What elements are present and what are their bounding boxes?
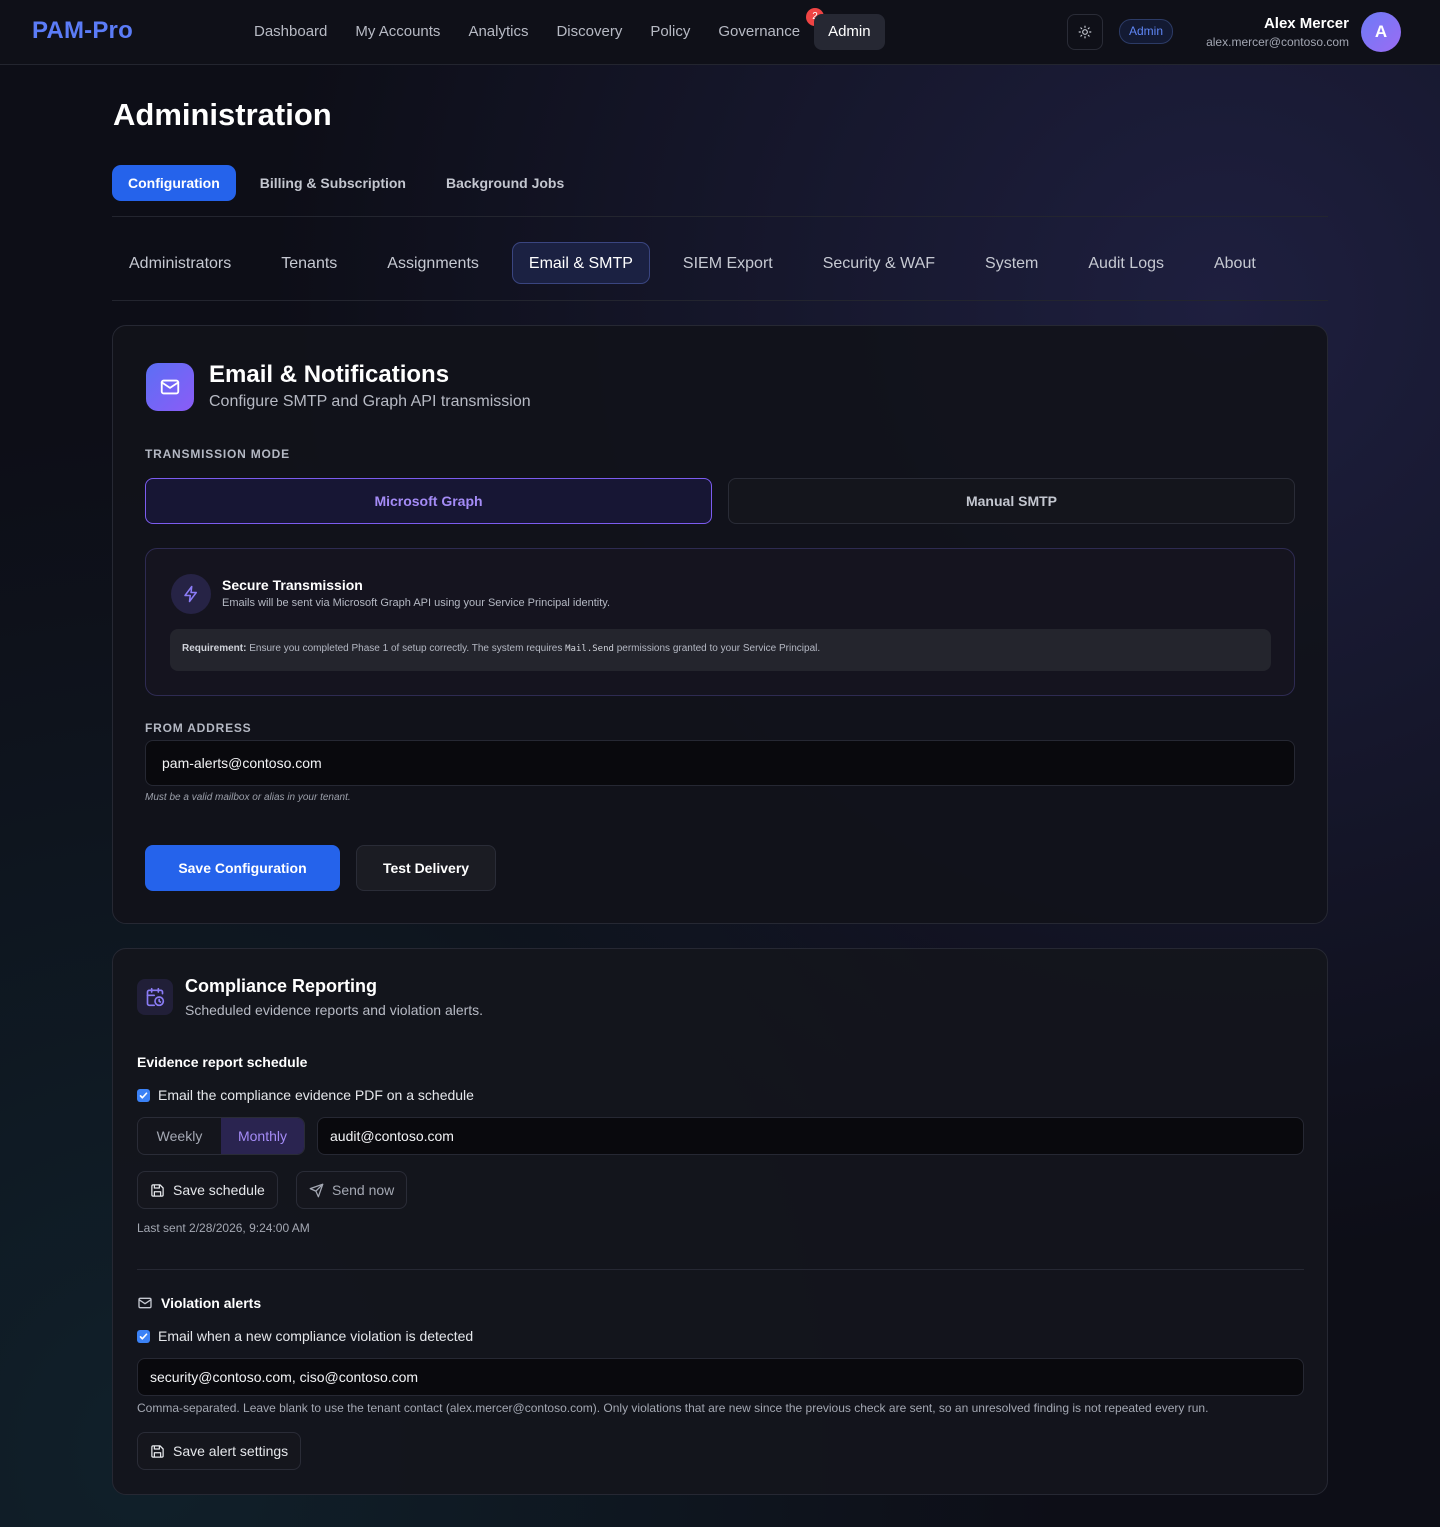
violation-checkbox-row[interactable]: Email when a new compliance violation is… — [137, 1328, 473, 1344]
page-title: Administration — [113, 97, 332, 132]
user-email: alex.mercer@contoso.com — [1206, 35, 1349, 49]
divider — [137, 1269, 1304, 1270]
role-badge: Admin — [1119, 19, 1174, 44]
divider — [112, 216, 1328, 217]
nav-item-analytics[interactable]: Analytics — [454, 14, 542, 50]
violation-recipients-hint: Comma-separated. Leave blank to use the … — [137, 1401, 1209, 1415]
theme-toggle-button[interactable] — [1067, 14, 1103, 50]
save-icon — [151, 1183, 164, 1197]
schedule-checkbox-row[interactable]: Email the compliance evidence PDF on a s… — [137, 1087, 474, 1103]
main-nav: Dashboard My Accounts Analytics Discover… — [240, 8, 885, 50]
violation-alerts-heading: Violation alerts — [137, 1295, 261, 1311]
requirement-permission: Mail.Send — [565, 644, 614, 654]
save-schedule-label: Save schedule — [173, 1182, 265, 1198]
nav-item-discovery[interactable]: Discovery — [542, 14, 636, 50]
lightning-icon-tile — [171, 574, 211, 614]
subtab-administrators[interactable]: Administrators — [112, 242, 248, 284]
requirement-note: Requirement: Ensure you completed Phase … — [170, 629, 1271, 671]
tab-billing-subscription[interactable]: Billing & Subscription — [244, 165, 422, 201]
subtab-siem-export[interactable]: SIEM Export — [666, 242, 790, 284]
mail-icon-tile — [146, 363, 194, 411]
card-subtitle: Configure SMTP and Graph API transmissio… — [209, 393, 531, 410]
evidence-schedule-heading: Evidence report schedule — [137, 1054, 308, 1070]
save-schedule-button[interactable]: Save schedule — [137, 1171, 278, 1209]
save-icon — [151, 1444, 164, 1458]
nav-item-my-accounts[interactable]: My Accounts — [341, 14, 454, 50]
nav-item-governance[interactable]: Governance 2 — [704, 8, 825, 50]
subtab-about[interactable]: About — [1197, 242, 1273, 284]
frequency-monthly[interactable]: Monthly — [221, 1118, 304, 1154]
sun-icon — [1078, 25, 1092, 39]
mode-microsoft-graph-button[interactable]: Microsoft Graph — [145, 478, 712, 524]
info-text: Emails will be sent via Microsoft Graph … — [222, 597, 611, 609]
subtab-tenants[interactable]: Tenants — [264, 242, 354, 284]
violation-checkbox[interactable] — [137, 1329, 150, 1343]
user-name: Alex Mercer — [1263, 15, 1349, 32]
card-title: Compliance Reporting — [185, 976, 378, 996]
nav-item-admin[interactable]: Admin — [814, 14, 885, 50]
avatar[interactable]: A — [1361, 12, 1401, 52]
violation-checkbox-label: Email when a new compliance violation is… — [158, 1328, 474, 1344]
save-alert-settings-button[interactable]: Save alert settings — [137, 1432, 302, 1470]
subtab-system[interactable]: System — [968, 242, 1055, 284]
send-icon — [309, 1183, 324, 1197]
mode-manual-smtp-button[interactable]: Manual SMTP — [728, 478, 1295, 524]
divider — [112, 300, 1328, 301]
last-sent-text: Last sent 2/28/2026, 9:24:00 AM — [137, 1221, 310, 1235]
main-tabs: Configuration Billing & Subscription Bac… — [112, 165, 588, 201]
mail-icon — [138, 1297, 152, 1309]
from-address-input[interactable]: pam-alerts@contoso.com — [145, 740, 1295, 786]
calendar-icon-tile — [137, 979, 173, 1015]
secure-transmission-info: Secure Transmission Emails will be sent … — [145, 548, 1295, 696]
save-configuration-button[interactable]: Save Configuration — [145, 845, 340, 891]
from-address-hint: Must be a valid mailbox or alias in your… — [145, 792, 351, 803]
frequency-weekly[interactable]: Weekly — [138, 1118, 221, 1154]
subtab-assignments[interactable]: Assignments — [370, 242, 496, 284]
from-address-label: FROM ADDRESS — [145, 721, 252, 735]
app-logo[interactable]: PAM-Pro — [32, 17, 133, 45]
top-nav-bar: PAM-Pro Dashboard My Accounts Analytics … — [0, 0, 1440, 65]
lightning-icon — [184, 585, 197, 603]
transmission-mode-label: TRANSMISSION MODE — [145, 447, 290, 461]
test-delivery-button[interactable]: Test Delivery — [356, 845, 496, 891]
card-title: Email & Notifications — [209, 361, 450, 388]
compliance-reporting-card: Compliance Reporting Scheduled evidence … — [112, 948, 1328, 1495]
tab-configuration[interactable]: Configuration — [112, 165, 236, 201]
sub-tabs: Administrators Tenants Assignments Email… — [112, 242, 1289, 284]
requirement-label: Requirement: — [182, 643, 247, 654]
card-subtitle: Scheduled evidence reports and violation… — [185, 1002, 484, 1018]
mail-icon — [160, 379, 180, 395]
violation-alerts-title: Violation alerts — [161, 1295, 262, 1311]
violation-recipients-input[interactable]: security@contoso.com, ciso@contoso.com — [137, 1358, 1304, 1396]
requirement-text: Ensure you completed Phase 1 of setup co… — [249, 643, 563, 654]
send-now-button[interactable]: Send now — [296, 1171, 408, 1209]
nav-item-dashboard[interactable]: Dashboard — [240, 14, 341, 50]
send-now-label: Send now — [332, 1182, 395, 1198]
tab-background-jobs[interactable]: Background Jobs — [430, 165, 580, 201]
requirement-text-2: permissions granted to your Service Prin… — [616, 643, 821, 654]
save-alert-settings-label: Save alert settings — [173, 1443, 289, 1459]
nav-item-governance-label: Governance — [718, 23, 801, 40]
subtab-audit-logs[interactable]: Audit Logs — [1071, 242, 1181, 284]
info-title: Secure Transmission — [222, 577, 363, 593]
check-icon — [139, 1332, 148, 1340]
frequency-segmented-control: Weekly Monthly — [137, 1117, 305, 1155]
calendar-clock-icon — [146, 987, 165, 1007]
check-icon — [139, 1091, 148, 1099]
subtab-email-smtp[interactable]: Email & SMTP — [511, 242, 650, 284]
schedule-checkbox-label: Email the compliance evidence PDF on a s… — [158, 1087, 474, 1103]
schedule-recipients-input[interactable]: audit@contoso.com — [317, 1117, 1304, 1155]
schedule-checkbox[interactable] — [137, 1088, 150, 1102]
nav-item-policy[interactable]: Policy — [636, 14, 704, 50]
email-notifications-card: Email & Notifications Configure SMTP and… — [112, 325, 1328, 924]
subtab-security-waf[interactable]: Security & WAF — [806, 242, 952, 284]
